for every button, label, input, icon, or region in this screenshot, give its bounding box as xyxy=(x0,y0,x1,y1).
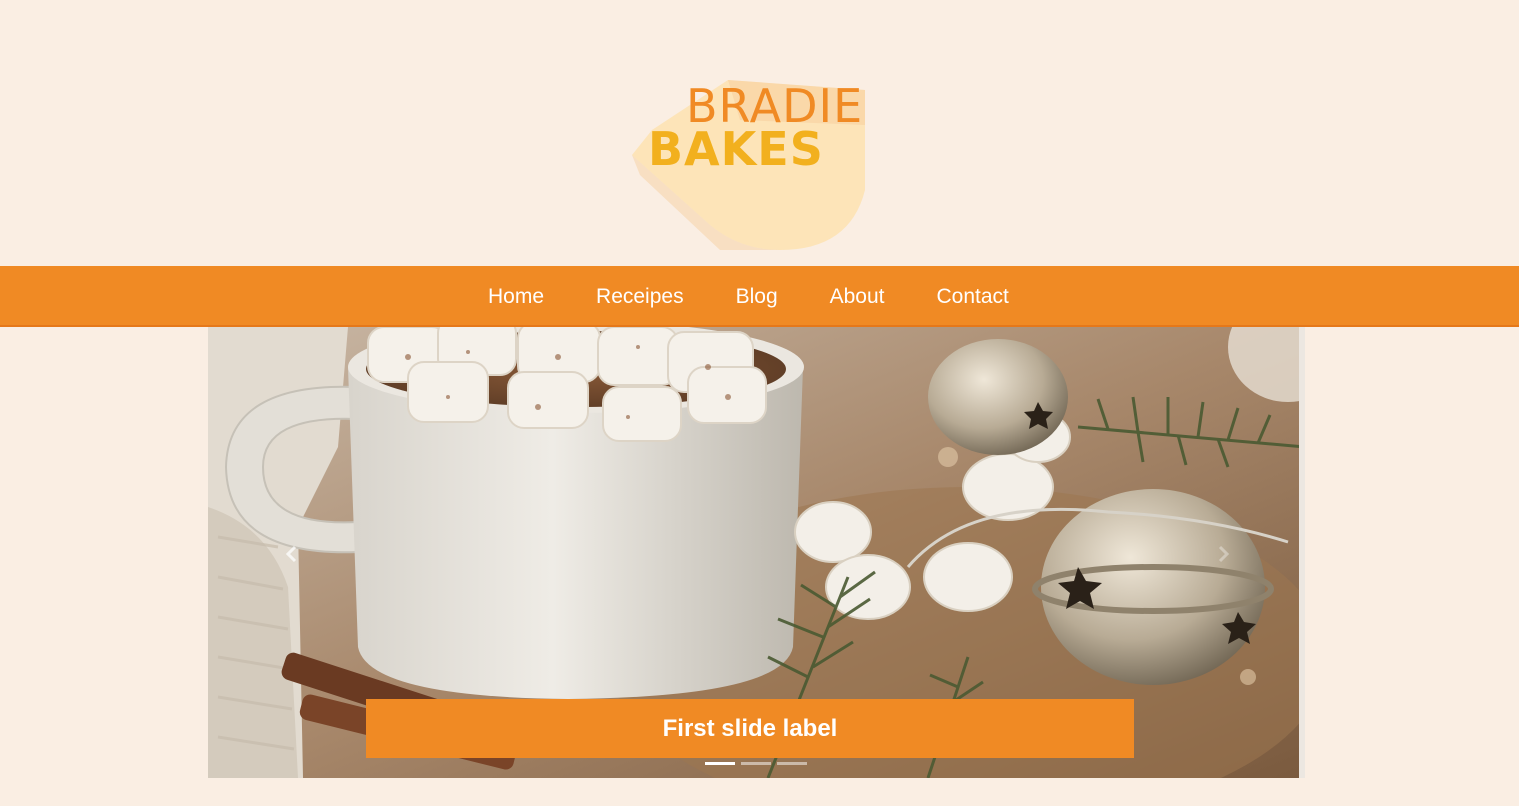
carousel-indicator-2[interactable] xyxy=(741,762,771,765)
nav-item-contact[interactable]: Contact xyxy=(911,266,1035,327)
main-nav: Home Receipes Blog About Contact xyxy=(0,266,1519,327)
carousel-indicators xyxy=(705,762,807,765)
hero-carousel: First slide label xyxy=(208,327,1305,778)
brand-logo-graphic: BRADIE BAKES xyxy=(632,79,865,250)
nav-item-receipes[interactable]: Receipes xyxy=(570,266,710,327)
brand-line-2: BAKES xyxy=(648,122,824,176)
carousel-prev-button[interactable] xyxy=(280,542,304,566)
carousel-next-button[interactable] xyxy=(1211,542,1235,566)
page: BRADIE BAKES Home Receipes Blog About Co… xyxy=(0,0,1519,806)
slide-caption: First slide label xyxy=(366,699,1134,758)
site-header: BRADIE BAKES xyxy=(0,0,1519,266)
carousel-indicator-3[interactable] xyxy=(777,762,807,765)
nav-item-blog[interactable]: Blog xyxy=(710,266,804,327)
nav-list: Home Receipes Blog About Contact xyxy=(462,266,1035,327)
nav-item-about[interactable]: About xyxy=(804,266,911,327)
carousel-edge xyxy=(1299,327,1305,778)
nav-item-home[interactable]: Home xyxy=(462,266,570,327)
chevron-left-icon xyxy=(285,545,297,563)
chevron-right-icon xyxy=(1218,545,1230,563)
carousel-indicator-1[interactable] xyxy=(705,762,735,765)
brand-logo[interactable]: BRADIE BAKES xyxy=(600,50,900,260)
